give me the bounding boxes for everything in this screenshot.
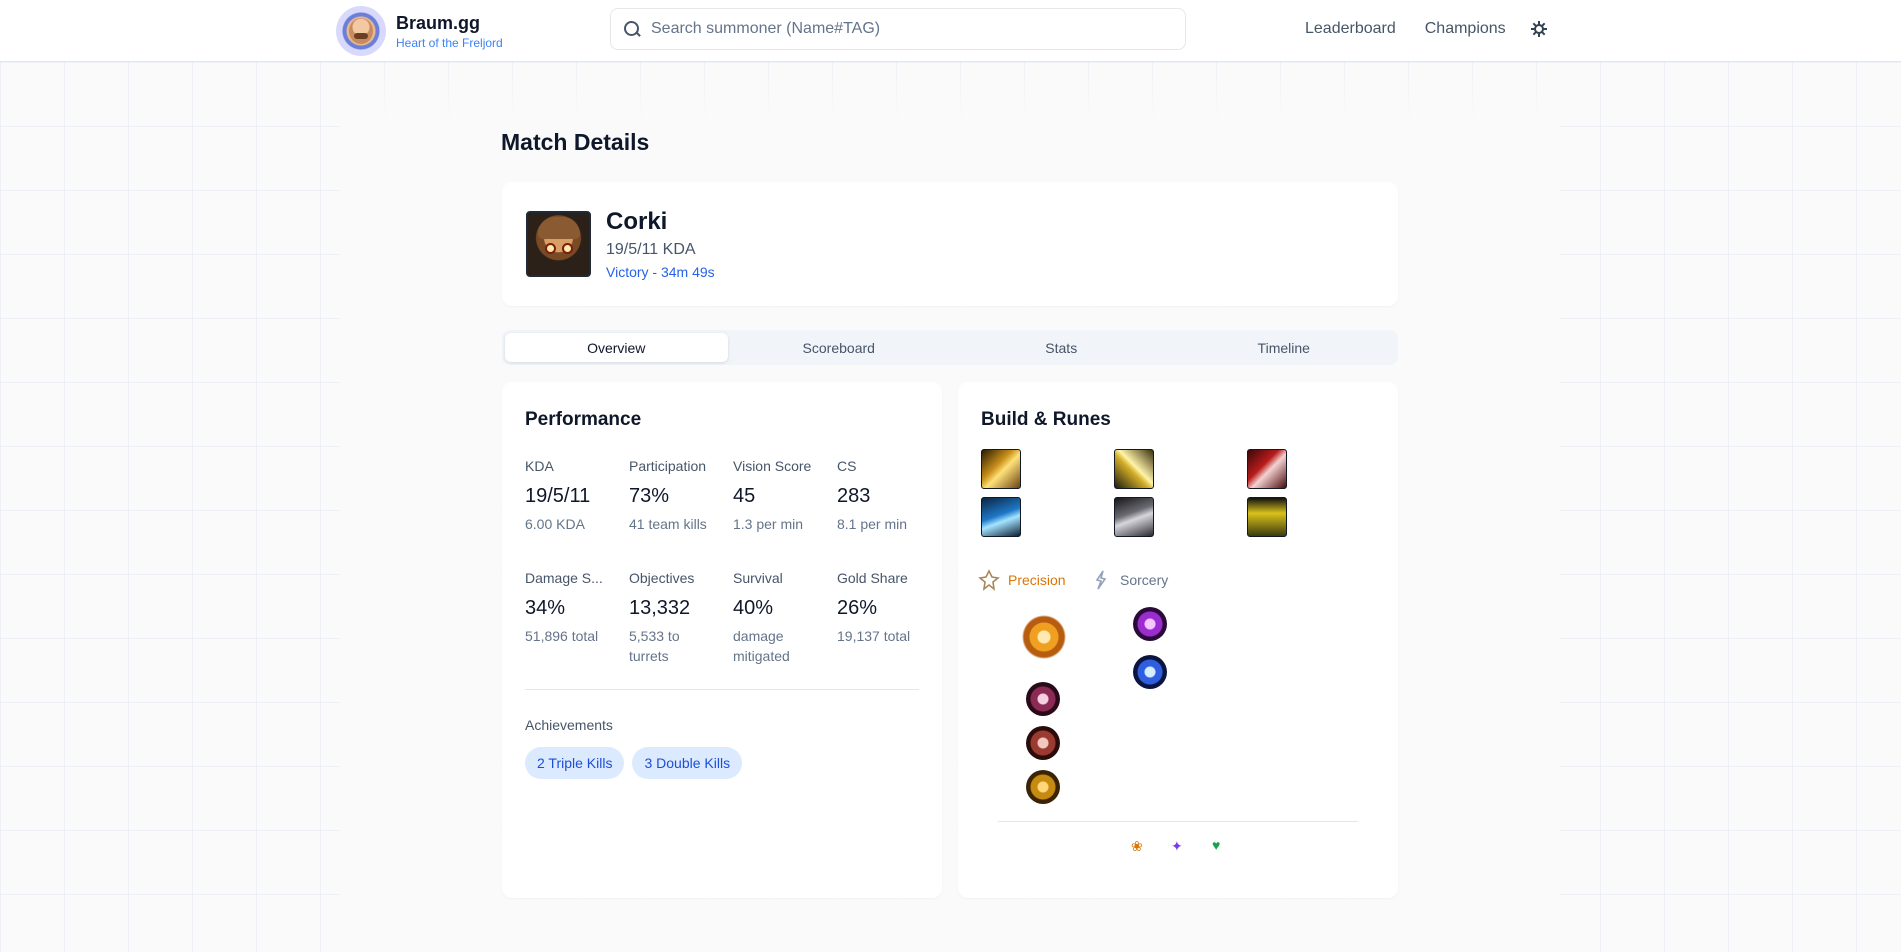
nav-champions[interactable]: Champions <box>1425 20 1506 38</box>
achievements-label: Achievements <box>525 717 613 733</box>
item-2-icon[interactable] <box>1114 449 1154 489</box>
adaptive-shard-icon: ❀ <box>1131 838 1143 854</box>
build-runes-card: Build & Runes Precision Sorcery ❀ ✦ ♥ <box>958 382 1398 898</box>
tab-overview[interactable]: Overview <box>505 333 728 362</box>
health-shard-icon: ♥ <box>1212 837 1221 853</box>
secondary-rune-1-icon[interactable] <box>1133 607 1167 641</box>
item-5-icon[interactable] <box>1114 497 1154 537</box>
brand-subtitle: Heart of the Freljord <box>396 35 503 50</box>
brand[interactable]: Braum.gg Heart of the Freljord <box>336 6 503 56</box>
stat-kda: KDA 19/5/11 6.00 KDA <box>525 458 591 532</box>
precision-tree-icon <box>978 569 1000 591</box>
champion-summary-card: Corki 19/5/11 KDA Victory - 34m 49s <box>502 182 1398 306</box>
champion-kda: 19/5/11 KDA <box>606 241 696 258</box>
secondary-rune-2-icon[interactable] <box>1133 655 1167 689</box>
performance-card: Performance KDA 19/5/11 6.00 KDA Partici… <box>502 382 942 898</box>
keystone-rune-icon[interactable] <box>1022 615 1066 659</box>
match-tabs: Overview Scoreboard Stats Timeline <box>502 330 1398 365</box>
achievement-badge: 3 Double Kills <box>632 747 743 779</box>
achievement-badge: 2 Triple Kills <box>525 747 625 779</box>
item-4-icon[interactable] <box>981 497 1021 537</box>
item-3-icon[interactable] <box>1247 449 1287 489</box>
search-input[interactable] <box>651 20 1151 38</box>
secondary-tree: Sorcery <box>1090 569 1168 591</box>
item-1-icon[interactable] <box>981 449 1021 489</box>
page-title: Match Details <box>501 129 650 155</box>
brand-logo-icon <box>336 6 386 56</box>
section-divider <box>525 689 919 690</box>
champion-name: Corki <box>606 208 668 235</box>
primary-rune-3-icon[interactable] <box>1026 770 1060 804</box>
stat-damage-share: Damage S... 34% 51,896 total <box>525 570 603 644</box>
brand-name: Braum.gg <box>396 12 481 33</box>
attack-speed-shard-icon: ✦ <box>1171 838 1183 854</box>
tab-scoreboard[interactable]: Scoreboard <box>728 333 951 362</box>
stat-objectives: Objectives 13,332 5,533 to turrets <box>629 570 695 664</box>
primary-tree-label: Precision <box>1008 572 1066 588</box>
primary-rune-2-icon[interactable] <box>1026 726 1060 760</box>
stat-survival: Survival 40% damage mitigated <box>733 570 790 664</box>
stat-participation: Participation 73% 41 team kills <box>629 458 707 532</box>
sun-icon[interactable] <box>1530 21 1547 37</box>
summoner-search[interactable] <box>610 8 1186 50</box>
champion-portrait <box>526 211 591 277</box>
primary-rune-1-icon[interactable] <box>1026 682 1060 716</box>
top-header: Braum.gg Heart of the Freljord Leaderboa… <box>0 0 1901 62</box>
build-title: Build & Runes <box>981 409 1111 430</box>
main-nav: Leaderboard Champions <box>1305 20 1547 38</box>
item-6-icon[interactable] <box>1247 497 1287 537</box>
performance-title: Performance <box>525 409 642 430</box>
nav-leaderboard[interactable]: Leaderboard <box>1305 20 1396 38</box>
tab-timeline[interactable]: Timeline <box>1173 333 1396 362</box>
tab-stats[interactable]: Stats <box>950 333 1173 362</box>
stat-gold-share: Gold Share 26% 19,137 total <box>837 570 911 644</box>
secondary-tree-label: Sorcery <box>1120 572 1169 588</box>
stat-vision-score: Vision Score 45 1.3 per min <box>733 458 812 532</box>
sorcery-tree-icon <box>1090 569 1112 591</box>
match-result: Victory - 34m 49s <box>606 264 715 280</box>
shard-divider <box>998 821 1358 822</box>
search-icon <box>623 20 641 38</box>
primary-tree: Precision <box>978 569 1066 591</box>
stat-cs: CS 283 8.1 per min <box>837 458 908 532</box>
achievement-badges: 2 Triple Kills 3 Double Kills <box>525 747 743 779</box>
